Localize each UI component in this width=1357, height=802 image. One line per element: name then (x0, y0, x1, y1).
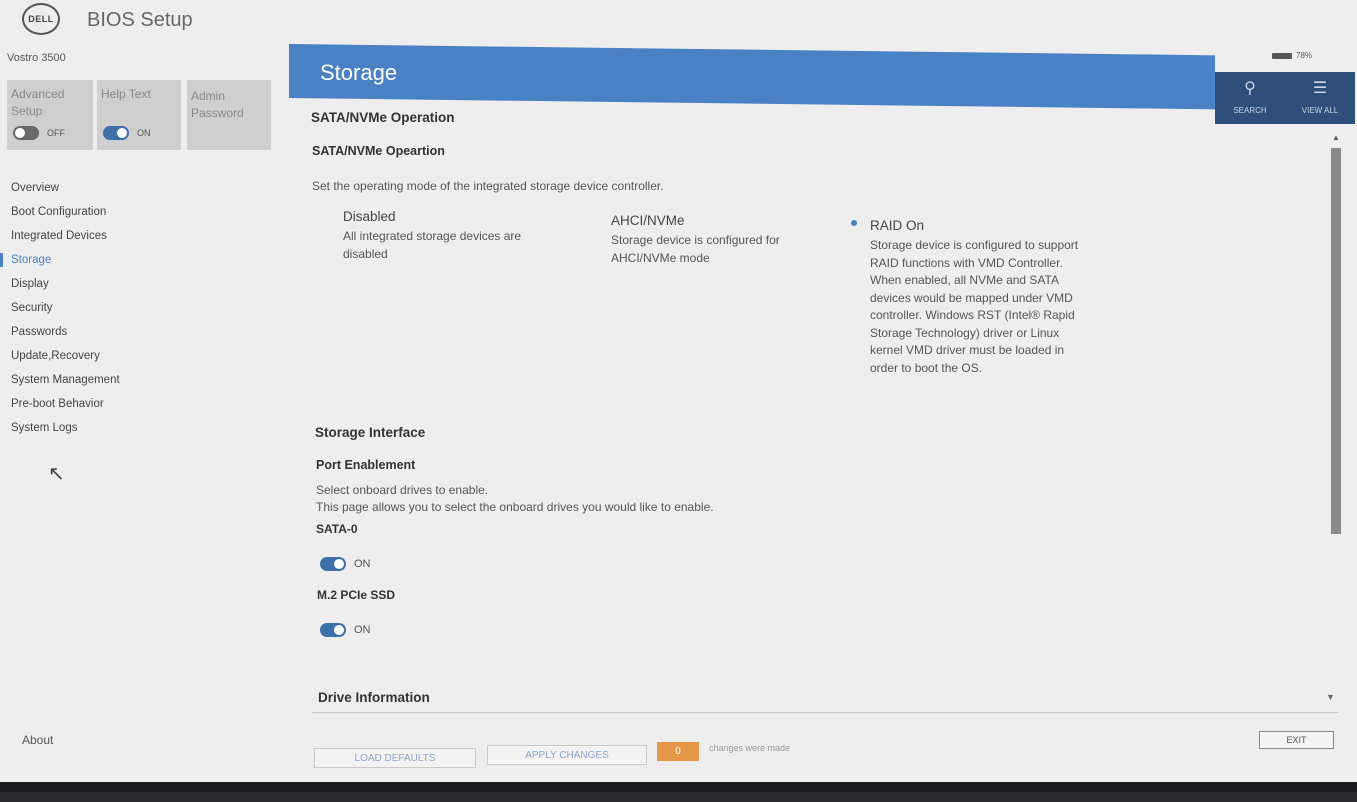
changes-status-text: changes were made (709, 743, 791, 753)
m2-pcie-ssd-state: ON (354, 624, 371, 636)
sidebar-item-system-logs[interactable]: System Logs (0, 416, 280, 440)
advanced-setup-tile[interactable]: Advanced Setup OFF (7, 80, 93, 150)
mouse-cursor-icon: ↖ (48, 463, 65, 485)
sidebar-item-security[interactable]: Security (0, 296, 280, 320)
port-desc-1: Select onboard drives to enable. (316, 483, 489, 497)
sidebar-item-system-management[interactable]: System Management (0, 368, 280, 392)
scroll-up-icon[interactable]: ▲ (1332, 133, 1340, 142)
battery-indicator: 78% (1272, 51, 1312, 60)
exit-button[interactable]: EXIT (1259, 731, 1334, 749)
option-ahci-nvme[interactable]: AHCI/NVMe Storage device is configured f… (611, 213, 806, 267)
advanced-setup-state: OFF (47, 128, 65, 138)
admin-password-label: Admin Password (191, 89, 244, 120)
sata-section-title: SATA/NVMe Operation (311, 110, 455, 125)
option-disabled-title: Disabled (343, 209, 396, 224)
section-divider (312, 712, 1338, 713)
port-enablement-title: Port Enablement (316, 458, 416, 472)
load-defaults-button[interactable]: LOAD DEFAULTS (314, 748, 476, 768)
help-text-state: ON (137, 128, 151, 138)
sidebar-item-overview[interactable]: Overview (0, 176, 280, 200)
sidebar-item-update-recovery[interactable]: Update,Recovery (0, 344, 280, 368)
sata-0-state: ON (354, 558, 371, 570)
admin-password-tile[interactable]: Admin Password (187, 80, 271, 150)
battery-percent: 78% (1296, 51, 1313, 60)
advanced-setup-label: Advanced Setup (11, 87, 65, 118)
option-ahci-title: AHCI/NVMe (611, 213, 685, 228)
dell-logo: DELL (22, 3, 60, 35)
view-all-button[interactable]: ☰ VIEW ALL (1285, 72, 1355, 124)
scroll-down-icon[interactable]: ▼ (1326, 692, 1335, 702)
bios-screen: DELL BIOS Setup Vostro 3500 78% Advanced… (0, 0, 1357, 792)
advanced-setup-toggle[interactable] (13, 126, 39, 140)
view-all-icon: ☰ (1312, 80, 1328, 97)
sidebar-item-pre-boot-behavior[interactable]: Pre-boot Behavior (0, 392, 280, 416)
help-text-tile[interactable]: Help Text ON (97, 80, 181, 150)
drive-information-title[interactable]: Drive Information (318, 690, 430, 705)
search-icon: ⚲ (1244, 80, 1256, 97)
option-disabled[interactable]: Disabled All integrated storage devices … (343, 209, 553, 263)
option-ahci-desc: Storage device is configured for AHCI/NV… (611, 233, 780, 265)
sata-0-toggle[interactable] (320, 557, 346, 571)
sata-description: Set the operating mode of the integrated… (312, 179, 664, 193)
page-title: Storage (320, 60, 398, 85)
model-name: Vostro 3500 (7, 52, 66, 64)
sidebar-nav: Overview Boot Configuration Integrated D… (0, 176, 280, 440)
app-title: BIOS Setup (87, 9, 193, 31)
sidebar-item-storage[interactable]: Storage (0, 248, 280, 272)
selected-radio-icon (851, 220, 857, 226)
battery-icon (1272, 52, 1292, 59)
sata-0-label: SATA-0 (316, 522, 358, 536)
search-button[interactable]: ⚲ SEARCH (1215, 72, 1285, 124)
sidebar-item-integrated-devices[interactable]: Integrated Devices (0, 224, 280, 248)
view-all-label: VIEW ALL (1301, 106, 1339, 115)
option-raid-title: RAID On (870, 218, 925, 233)
about-link[interactable]: About (22, 733, 53, 747)
port-desc-2: This page allows you to select the onboa… (316, 500, 714, 514)
changes-count-badge: 0 (657, 742, 699, 761)
help-text-toggle[interactable] (103, 126, 129, 140)
sidebar-item-display[interactable]: Display (0, 272, 280, 296)
top-bar: DELL BIOS Setup (0, 0, 1357, 44)
sidebar-item-boot-configuration[interactable]: Boot Configuration (0, 200, 280, 224)
sata-setting-title: SATA/NVMe Opeartion (312, 144, 445, 158)
page-header-banner (289, 44, 1215, 110)
option-disabled-desc: All integrated storage devices are disab… (343, 229, 522, 261)
search-label: SEARCH (1233, 106, 1267, 115)
help-text-label: Help Text (101, 87, 151, 101)
m2-pcie-ssd-label: M.2 PCIe SSD (317, 588, 396, 602)
option-raid-desc: Storage device is configured to support … (870, 238, 1079, 375)
m2-pcie-ssd-toggle[interactable] (320, 623, 346, 637)
sidebar-item-passwords[interactable]: Passwords (0, 320, 280, 344)
option-raid-on[interactable]: RAID On Storage device is configured to … (870, 218, 1090, 377)
storage-interface-title: Storage Interface (315, 425, 426, 440)
scrollbar-thumb[interactable] (1331, 148, 1341, 534)
apply-changes-button[interactable]: APPLY CHANGES (487, 745, 647, 765)
